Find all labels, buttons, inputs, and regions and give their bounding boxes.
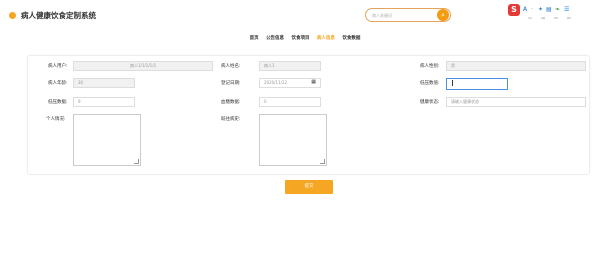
health-status-label: 健康状态: — [420, 100, 440, 105]
register-date-value: 2020/11/22 — [264, 80, 288, 85]
menu-icon[interactable]: ☰ — [564, 6, 569, 13]
patient-age-value: 30 — [78, 80, 84, 85]
patient-gender-label: 病人性别: — [420, 64, 440, 69]
text-cursor — [452, 80, 453, 86]
submit-button[interactable]: 提交 — [285, 180, 333, 194]
mic-icon[interactable]: ✦ — [538, 6, 543, 13]
patient-age-field[interactable]: 30 — [73, 78, 135, 88]
search-box[interactable]: ⌕ — [365, 8, 451, 22]
blood-sugar-field[interactable]: 0 — [259, 97, 321, 107]
main-nav: 首页 公告信息 饮食项目 病人信息 饮食数据 — [0, 35, 610, 45]
patient-gender-field[interactable]: 男 — [446, 61, 586, 71]
blood-sugar-value: 0 — [264, 99, 267, 104]
nav-item-diet-data[interactable]: 饮食数据 — [342, 35, 360, 41]
blood-pressure-label: 低压数值: — [420, 81, 440, 86]
patient-account-field[interactable]: 病人1/1/1/1/1 — [73, 61, 213, 71]
blood-sugar-label: 血糖数据: — [221, 100, 241, 105]
nav-item-announcements[interactable]: 公告信息 — [266, 35, 284, 41]
patient-name-value: 病人1 — [264, 63, 275, 68]
ext-sub-label-2: 设置 — [541, 18, 546, 20]
personal-habits-label: 个人情况: — [46, 117, 66, 122]
nav-item-home[interactable]: 首页 — [250, 35, 259, 41]
health-status-placeholder: 请输入健康状态 — [451, 99, 479, 104]
patient-name-label: 病人姓名: — [221, 64, 241, 69]
health-status-field[interactable]: 请输入健康状态 — [446, 97, 586, 107]
ext-sub-label-3: 语言 — [554, 18, 559, 20]
patient-account-label: 病人用户: — [48, 64, 68, 69]
sogou-logo-icon[interactable]: S — [508, 4, 520, 16]
resize-grip-icon[interactable] — [320, 159, 325, 164]
ext-icon-1[interactable]: A — [523, 6, 527, 13]
logo-icon — [9, 12, 16, 19]
low-pressure-field[interactable]: 9 — [73, 97, 135, 107]
patient-age-label: 病人年龄: — [48, 81, 68, 86]
patient-name-field[interactable]: 病人1 — [259, 61, 321, 71]
page-root: 病人健康饮食定制系统 ⌕ S A · ✦ ▤ ❧ ☰ 中文 设置 语言 插件 首… — [0, 0, 610, 271]
nav-item-diet-projects[interactable]: 饮食项目 — [292, 35, 310, 41]
patient-account-value: 病人1/1/1/1/1 — [130, 63, 157, 68]
nav-item-patient-info[interactable]: 病人信息 — [317, 35, 335, 41]
browser-extension-toolbar: S A · ✦ ▤ ❧ ☰ 中文 设置 语言 插件 — [508, 4, 608, 20]
low-pressure-value: 9 — [78, 99, 81, 104]
skin-icon[interactable]: ❧ — [555, 6, 560, 13]
search-icon[interactable]: ⌕ — [437, 9, 449, 21]
blood-pressure-field[interactable] — [446, 78, 508, 90]
ext-sub-label-4: 插件 — [567, 18, 572, 20]
personal-habits-textarea[interactable] — [73, 114, 141, 166]
keyboard-icon[interactable]: ▤ — [546, 6, 552, 13]
past-history-label: 既往病史: — [221, 117, 241, 122]
past-history-textarea[interactable] — [259, 114, 327, 166]
calendar-icon[interactable]: ▦ — [311, 78, 316, 86]
patient-gender-value: 男 — [451, 63, 455, 68]
ext-icon-2[interactable]: · — [531, 6, 533, 13]
patient-form: 病人用户: 病人1/1/1/1/1 病人姓名: 病人1 病人性别: 男 病人年龄… — [27, 55, 590, 175]
register-date-label: 登记日期: — [221, 81, 241, 86]
page-title: 病人健康饮食定制系统 — [21, 11, 96, 20]
register-date-field[interactable]: 2020/11/22 ▦ — [259, 78, 321, 88]
low-pressure-label: 低压数据: — [48, 100, 68, 105]
ext-sub-label-1: 中文 — [528, 18, 533, 20]
search-input[interactable] — [372, 11, 424, 20]
resize-grip-icon[interactable] — [134, 159, 139, 164]
